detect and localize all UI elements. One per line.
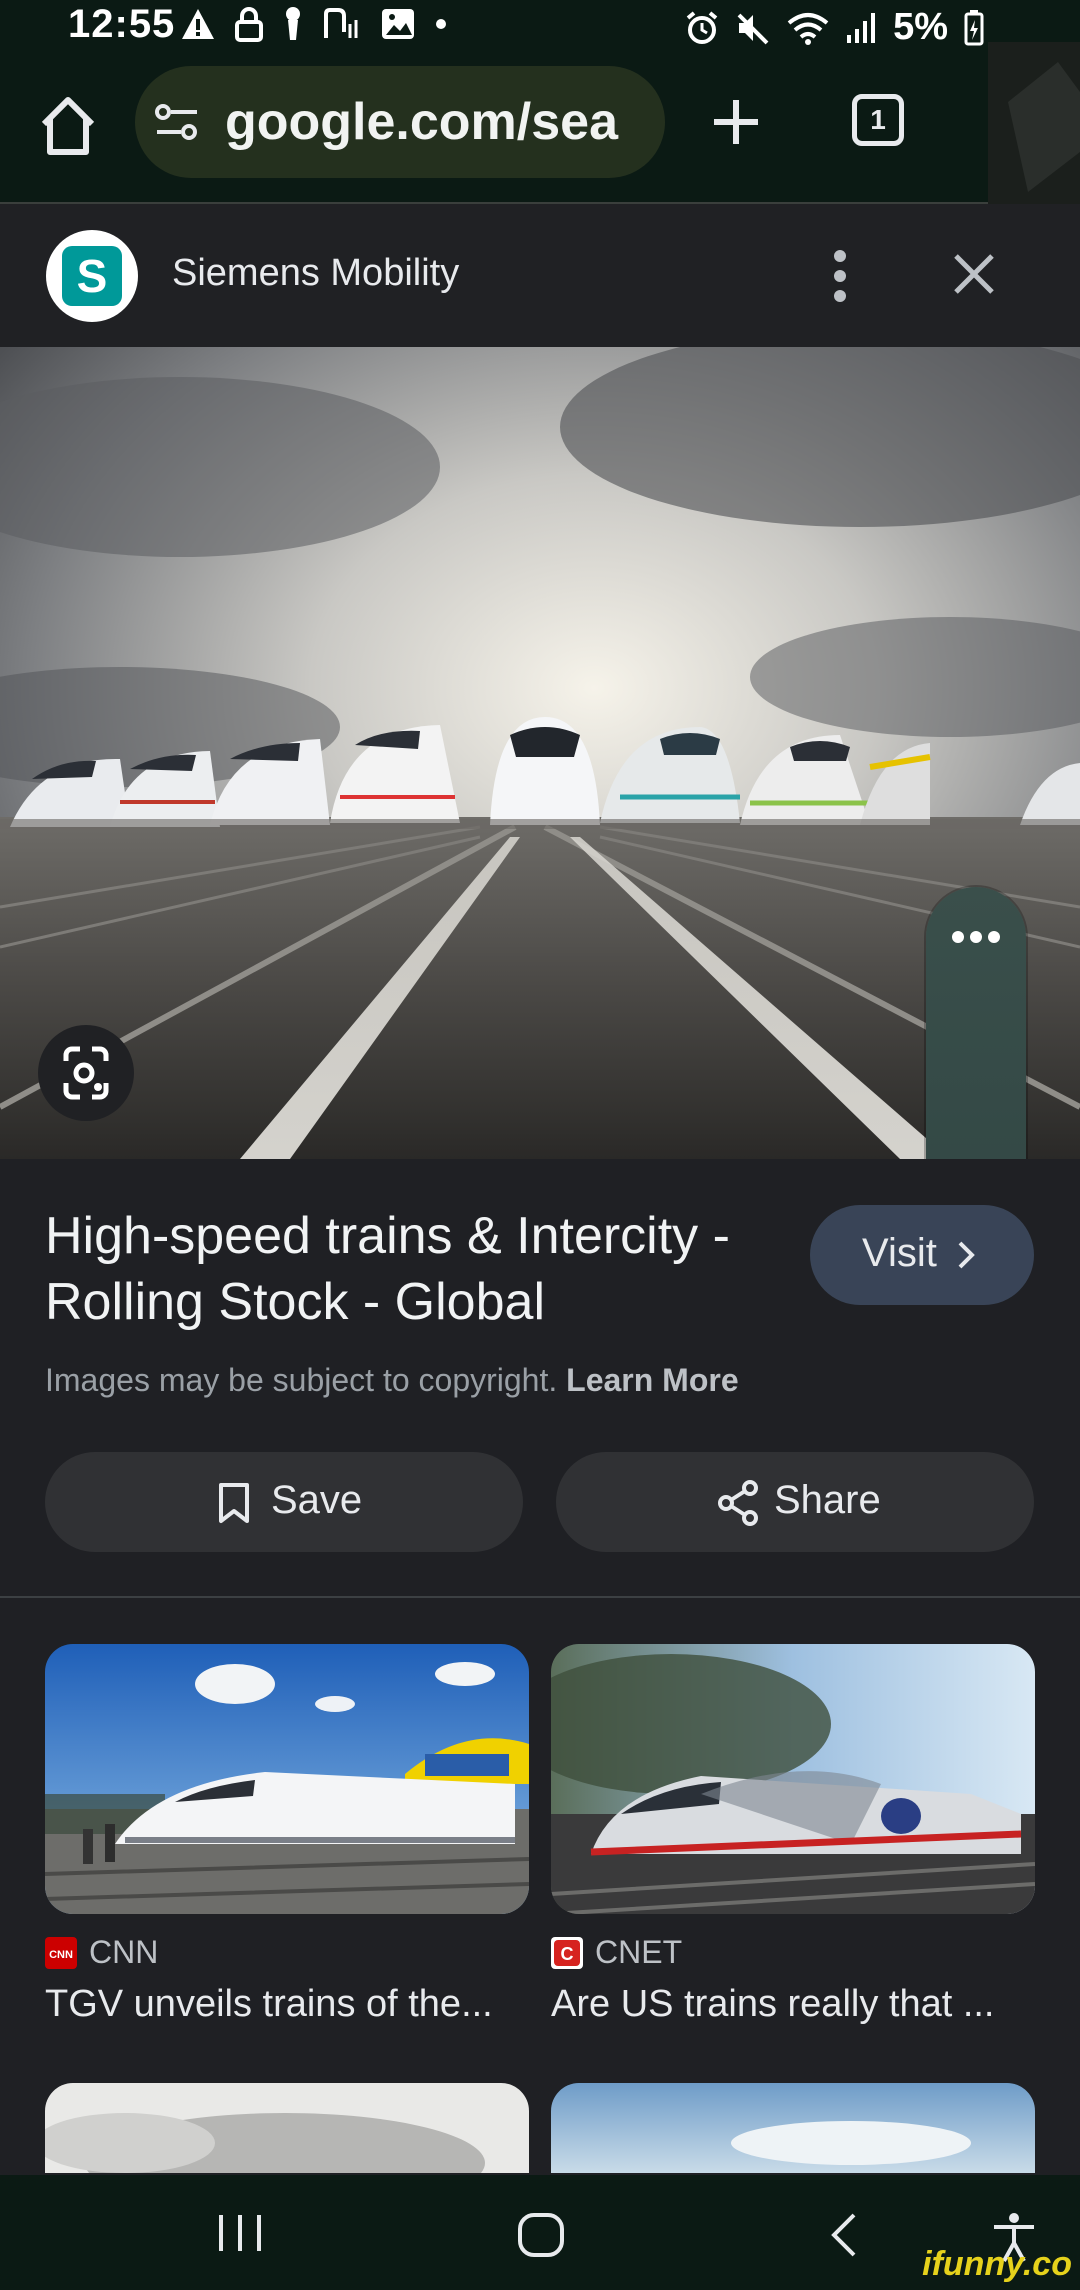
close-icon [954,254,994,294]
mute-icon [737,13,769,44]
share-icon [718,1480,758,1526]
url-text[interactable]: google.com/sea [225,92,618,152]
tune-icon[interactable] [153,98,201,146]
cloud-photo [45,2083,529,2173]
related-result-card[interactable]: C CNET Are US trains really that ... [551,1644,1035,2026]
gallery-icon [382,9,414,39]
bookmark-icon [219,1483,249,1523]
address-bar[interactable]: google.com/sea [135,66,665,178]
result-title[interactable]: High-speed trains & Intercity - Rolling … [45,1203,785,1335]
tab-count: 1 [870,104,886,135]
home-nav-icon[interactable] [516,2211,566,2259]
related-title[interactable]: TGV unveils trains of the... [45,1983,529,2026]
trains-photo [0,347,1080,1159]
source-logo-letter: S [62,246,122,306]
result-image[interactable] [0,347,1080,1159]
system-navigation-bar: ifunny.co [0,2175,1080,2290]
watermark: ifunny.co [922,2245,1072,2283]
status-time: 12:55 [68,2,176,46]
related-thumbnail[interactable] [551,1644,1035,1914]
sky-photo [551,2083,1035,2173]
save-button[interactable]: Save [45,1452,523,1552]
cnn-favicon: CNN [45,1936,77,1969]
related-thumbnail[interactable] [45,1644,529,1914]
cnet-favicon: C [551,1936,583,1969]
dot-icon [436,19,446,29]
share-button[interactable]: Share [556,1452,1034,1552]
media-volume-slider[interactable] [926,887,1026,1159]
recents-icon[interactable] [215,2211,265,2255]
lock-icon [235,7,263,42]
nfc-icon [324,8,358,38]
lens-icon [63,1046,109,1100]
save-label: Save [271,1478,363,1522]
cnet-favicon-text: C [561,1944,574,1964]
more-horiz-icon[interactable] [950,929,1002,945]
tab-switcher-button[interactable]: 1 [852,94,904,146]
chevron-right-icon [958,1241,975,1269]
home-icon [41,97,95,155]
copyright-text: Images may be subject to copyright. [45,1362,558,1398]
learn-more-link[interactable]: Learn More [566,1362,738,1398]
status-bar: 12:55 5% [0,0,1080,56]
related-result-card[interactable]: CNN CNN TGV unveils trains of the... [45,1644,529,2026]
more-vert-icon [834,250,846,302]
wifi-icon [787,12,829,45]
new-tab-button[interactable] [708,94,764,150]
acela-train-photo [551,1644,1035,1914]
cnn-favicon-text: CNN [49,1949,73,1961]
browser-toolbar: google.com/sea 1 [0,56,1080,204]
related-thumbnail-partial[interactable] [45,2083,529,2173]
system-icons: 5% [685,6,984,49]
close-button[interactable] [950,250,998,298]
tgv-train-photo [45,1644,529,1914]
battery-icon [964,9,984,45]
alarm-icon [686,10,718,44]
home-button[interactable] [38,94,98,158]
related-source-name: CNET [595,1934,683,1970]
visit-label: Visit [862,1231,937,1275]
share-label: Share [774,1478,881,1522]
source-logo: S [46,230,138,322]
section-divider [0,1596,1080,1598]
related-source: CNN CNN [45,1934,529,1971]
more-options-button[interactable] [826,248,854,304]
signal-icon [847,12,876,43]
source-name: Siemens Mobility [172,252,460,294]
lens-search-button[interactable] [38,1025,134,1121]
related-source: C CNET [551,1934,1035,1971]
plus-icon [714,100,758,144]
battery-percent: 5% [893,6,948,48]
notification-icons [180,6,448,42]
visit-button[interactable]: Visit [810,1205,1034,1305]
related-source-name: CNN [89,1934,159,1970]
warning-icon [182,9,214,39]
source-header: S Siemens Mobility [0,204,1080,347]
back-icon[interactable] [826,2211,860,2259]
copyright-notice: Images may be subject to copyright. Lear… [45,1362,739,1399]
related-title[interactable]: Are US trains really that ... [551,1983,1035,2026]
related-thumbnail-partial[interactable] [551,2083,1035,2173]
keyhole-icon [286,7,300,40]
